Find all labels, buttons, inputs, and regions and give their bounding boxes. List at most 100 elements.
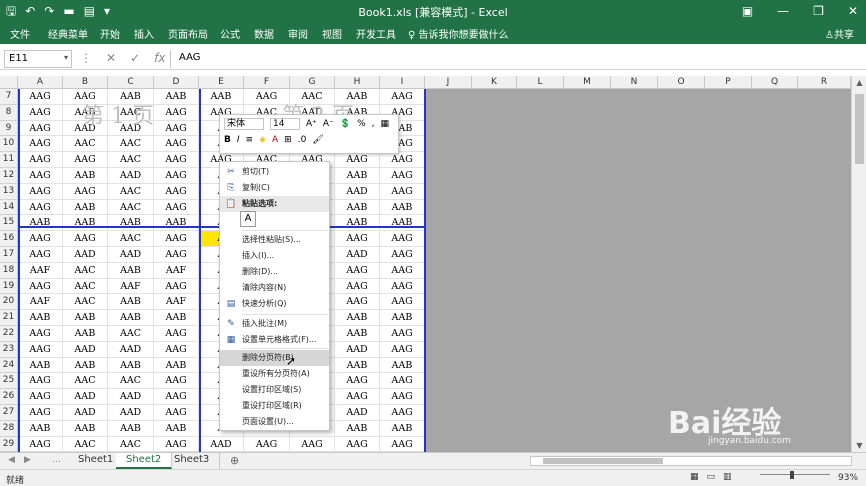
- row-header[interactable]: 13: [0, 183, 18, 200]
- formula-input[interactable]: AAG: [170, 50, 860, 68]
- cell[interactable]: AAC: [63, 373, 108, 390]
- currency-icon[interactable]: 💲: [340, 119, 351, 129]
- paste-values-icon[interactable]: A: [240, 211, 256, 227]
- cell[interactable]: AAB: [335, 310, 380, 326]
- cell[interactable]: AAB: [108, 357, 154, 374]
- cell[interactable]: AAB: [108, 215, 154, 232]
- cell[interactable]: AAG: [380, 373, 425, 390]
- normal-view-icon[interactable]: ▦: [690, 472, 699, 482]
- bold-button[interactable]: B: [224, 135, 231, 145]
- cell[interactable]: AAF: [154, 294, 199, 311]
- row-header[interactable]: 27: [0, 405, 18, 421]
- font-color-icon[interactable]: A: [272, 135, 278, 145]
- insert-function-icon[interactable]: fx: [154, 51, 165, 65]
- cell[interactable]: AAF: [108, 278, 154, 295]
- cell[interactable]: AAG: [18, 341, 63, 358]
- cell[interactable]: AAB: [380, 215, 425, 232]
- minimize-icon[interactable]: —: [777, 3, 789, 19]
- cell[interactable]: AAG: [380, 389, 425, 405]
- cell[interactable]: AAG: [18, 436, 63, 453]
- scroll-up-icon[interactable]: ▲: [852, 78, 866, 87]
- row-header[interactable]: 28: [0, 420, 18, 437]
- cell[interactable]: AAG: [154, 389, 199, 405]
- context-menu-item[interactable]: ✂ 剪切(T): [220, 164, 329, 180]
- cell[interactable]: AAD: [335, 341, 380, 358]
- cell[interactable]: AAB: [380, 420, 425, 437]
- cell[interactable]: AAB: [63, 420, 108, 437]
- cell[interactable]: AAD: [108, 405, 154, 421]
- zoom-knob[interactable]: [790, 471, 794, 479]
- column-header[interactable]: H: [335, 76, 380, 89]
- row-header[interactable]: 26: [0, 389, 18, 405]
- tab-insert[interactable]: 插入: [134, 26, 154, 41]
- column-header[interactable]: P: [705, 76, 752, 89]
- cell[interactable]: AAB: [154, 215, 199, 232]
- cell[interactable]: AAB: [380, 199, 425, 216]
- row-header[interactable]: 23: [0, 341, 18, 358]
- cell[interactable]: AAG: [18, 183, 63, 200]
- cell[interactable]: AAD: [335, 247, 380, 263]
- context-menu-item[interactable]: 设置打印区域(S): [220, 382, 329, 398]
- increase-font-icon[interactable]: A⁺: [306, 119, 317, 129]
- format-table-icon[interactable]: ▦: [381, 119, 390, 129]
- cell[interactable]: AAC: [108, 231, 154, 247]
- cell[interactable]: AAG: [154, 405, 199, 421]
- italic-button[interactable]: I: [237, 135, 240, 145]
- cell[interactable]: AAG: [154, 152, 199, 168]
- cell[interactable]: AAG: [380, 262, 425, 279]
- cell[interactable]: AAG: [154, 373, 199, 390]
- cell[interactable]: AAB: [63, 215, 108, 232]
- row-header[interactable]: 29: [0, 436, 18, 453]
- cell[interactable]: AAG: [18, 168, 63, 184]
- row-header[interactable]: 10: [0, 136, 18, 153]
- cell[interactable]: AAG: [380, 89, 425, 105]
- cell[interactable]: AAG: [380, 405, 425, 421]
- cell[interactable]: AAG: [18, 231, 63, 247]
- comma-icon[interactable]: ,: [372, 119, 375, 129]
- zoom-slider[interactable]: [760, 474, 830, 475]
- enter-icon[interactable]: ✓: [130, 51, 140, 65]
- percent-icon[interactable]: %: [357, 119, 366, 129]
- cell[interactable]: AAG: [380, 247, 425, 263]
- cell[interactable]: AAB: [199, 89, 244, 105]
- cell[interactable]: AAB: [154, 357, 199, 374]
- page-break-vertical[interactable]: [199, 89, 201, 452]
- cell[interactable]: AAG: [335, 231, 380, 247]
- cell[interactable]: AAG: [380, 278, 425, 295]
- column-header[interactable]: F: [244, 76, 290, 89]
- cell[interactable]: AAG: [380, 341, 425, 358]
- cell[interactable]: AAF: [154, 262, 199, 279]
- sheet-prev-icon[interactable]: ◀: [8, 455, 15, 465]
- cell[interactable]: AAB: [63, 199, 108, 216]
- tab-data[interactable]: 数据: [254, 26, 274, 41]
- share-button[interactable]: ♙共享: [825, 26, 854, 41]
- row-header[interactable]: 16: [0, 231, 18, 247]
- column-header[interactable]: G: [290, 76, 335, 89]
- cell[interactable]: AAG: [154, 183, 199, 200]
- format-painter-icon[interactable]: 🖌: [312, 135, 323, 145]
- column-header[interactable]: N: [611, 76, 658, 89]
- context-menu-item[interactable]: 删除(D)...: [220, 264, 329, 280]
- cell[interactable]: AAG: [154, 199, 199, 216]
- cell[interactable]: AAB: [63, 168, 108, 184]
- cell[interactable]: AAF: [18, 262, 63, 279]
- cell[interactable]: AAG: [380, 168, 425, 184]
- cell[interactable]: AAG: [18, 278, 63, 295]
- cell[interactable]: AAG: [335, 152, 380, 168]
- cell[interactable]: AAB: [154, 89, 199, 105]
- cell[interactable]: AAB: [380, 357, 425, 374]
- context-menu-item[interactable]: 页面设置(U)...: [220, 414, 329, 430]
- cell[interactable]: AAB: [63, 357, 108, 374]
- cell[interactable]: AAB: [18, 310, 63, 326]
- cell[interactable]: AAC: [63, 294, 108, 311]
- cell[interactable]: AAD: [335, 405, 380, 421]
- row-header[interactable]: 8: [0, 104, 18, 121]
- cell[interactable]: AAD: [108, 389, 154, 405]
- cancel-icon[interactable]: ✕: [106, 51, 116, 65]
- column-header[interactable]: A: [18, 76, 63, 89]
- more-sheets-icon[interactable]: …: [52, 455, 61, 465]
- cell[interactable]: AAG: [154, 136, 199, 153]
- hscroll-thumb[interactable]: [543, 458, 663, 464]
- row-header[interactable]: 25: [0, 373, 18, 390]
- cell[interactable]: AAG: [63, 152, 108, 168]
